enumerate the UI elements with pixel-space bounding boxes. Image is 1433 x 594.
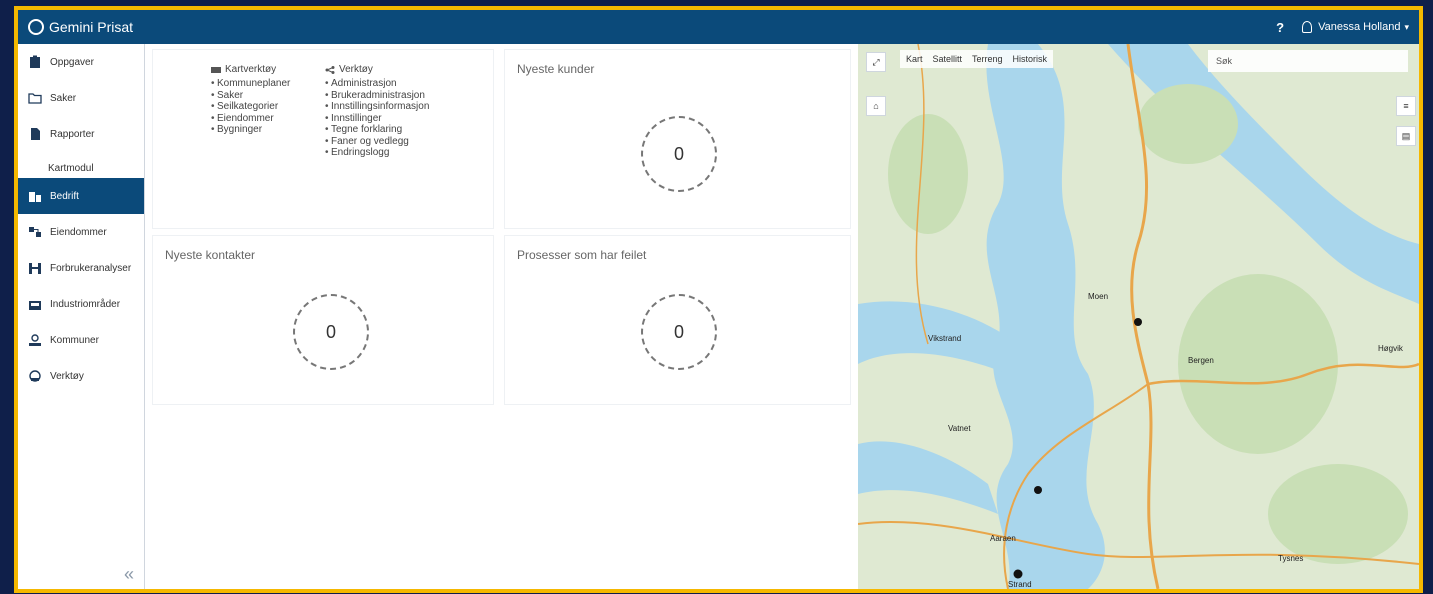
tools-icon bbox=[29, 370, 41, 382]
sidebar-item-label: Forbrukeranalyser bbox=[50, 262, 132, 274]
links-column-verktoy: Verktøy Administrasjon Brukeradministras… bbox=[325, 64, 429, 159]
sidebar-item-label: Oppgaver bbox=[50, 56, 94, 68]
map-place-label: Bergen bbox=[1188, 356, 1214, 365]
sidebar-item-rapporter[interactable]: Rapporter bbox=[18, 116, 144, 152]
count-ring[interactable]: 0 bbox=[641, 294, 717, 370]
dashboard: Kartverktøy Kommuneplaner Saker Seilkate… bbox=[145, 44, 858, 589]
sidebar-item-bedrift[interactable]: Bedrift bbox=[18, 178, 144, 214]
map-canvas[interactable] bbox=[858, 44, 1419, 589]
sidebar: Oppgaver Saker Rapporter Kartmodul Bedri… bbox=[18, 44, 145, 589]
link-item[interactable]: Faner og vedlegg bbox=[325, 136, 429, 148]
widget-title: Prosesser som har feilet bbox=[517, 248, 647, 262]
sidebar-item-saker[interactable]: Saker bbox=[18, 80, 144, 116]
links-panel: Kartverktøy Kommuneplaner Saker Seilkate… bbox=[153, 50, 493, 228]
share-icon bbox=[325, 65, 335, 74]
link-item[interactable]: Saker bbox=[211, 90, 290, 102]
sidebar-section-kartmodul: Kartmodul bbox=[48, 163, 94, 174]
map-view[interactable]: Kart Satellitt Terreng Historisk Søk ⤢ ⌂… bbox=[858, 44, 1419, 589]
sidebar-item-verktoy[interactable]: Verktøy bbox=[18, 358, 144, 394]
map-marker[interactable] bbox=[1134, 318, 1142, 326]
print-icon[interactable]: ▤ bbox=[1396, 126, 1416, 146]
widget-title: Nyeste kontakter bbox=[165, 248, 256, 262]
widget-prosesser-feilet: Prosesser som har feilet 0 bbox=[505, 236, 850, 404]
app-logo[interactable]: Gemini Prisat bbox=[28, 19, 133, 35]
sidebar-item-oppgaver[interactable]: Oppgaver bbox=[18, 44, 144, 80]
sidebar-item-label: Eiendommer bbox=[50, 226, 107, 238]
sidebar-item-label: Industriområder bbox=[50, 298, 121, 310]
widget-nyeste-kontakter: Nyeste kontakter 0 bbox=[153, 236, 493, 404]
links-column-title: Kartverktøy bbox=[225, 64, 277, 75]
map-place-label: Aaraen bbox=[990, 534, 1016, 543]
map-type-tabs: Kart Satellitt Terreng Historisk bbox=[900, 50, 1054, 68]
map-place-label: Vatnet bbox=[948, 424, 971, 433]
links-column-title: Verktøy bbox=[339, 64, 373, 75]
map-marker[interactable] bbox=[1013, 569, 1023, 579]
link-item[interactable]: Tegne forklaring bbox=[325, 124, 429, 136]
sidebar-item-label: Bedrift bbox=[50, 190, 79, 202]
map-place-label: Vikstrand bbox=[928, 334, 962, 343]
chevron-down-icon: ▾ bbox=[1404, 21, 1409, 32]
links-column-kartverktoy: Kartverktøy Kommuneplaner Saker Seilkate… bbox=[211, 64, 290, 136]
widget-title: Nyeste kunder bbox=[517, 62, 595, 76]
map-search-input[interactable]: Søk bbox=[1208, 50, 1408, 72]
link-item[interactable]: Bygninger bbox=[211, 124, 290, 136]
property-icon bbox=[29, 227, 41, 237]
logo-icon bbox=[28, 19, 44, 35]
user-icon bbox=[1302, 21, 1313, 33]
sidebar-item-eiendommer[interactable]: Eiendommer bbox=[18, 214, 144, 250]
count-ring[interactable]: 0 bbox=[641, 116, 717, 192]
link-item[interactable]: Innstillingsinformasjon bbox=[325, 101, 429, 113]
map-place-label: Tysnes bbox=[1278, 554, 1304, 563]
collapse-sidebar-button[interactable]: « bbox=[124, 564, 134, 585]
count-ring[interactable]: 0 bbox=[293, 294, 369, 370]
sidebar-item-label: Saker bbox=[50, 92, 77, 104]
building-icon bbox=[29, 192, 41, 202]
widget-nyeste-kunder: Nyeste kunder 0 bbox=[505, 50, 850, 228]
app-title: Gemini Prisat bbox=[49, 19, 134, 35]
sidebar-item-forbrukeranalyser[interactable]: Forbrukeranalyser bbox=[18, 250, 144, 286]
map-marker[interactable] bbox=[1034, 486, 1042, 494]
map-icon bbox=[211, 66, 221, 73]
sidebar-item-label: Kommuner bbox=[50, 334, 99, 346]
map-tab[interactable]: Historisk bbox=[1013, 54, 1048, 64]
link-item[interactable]: Administrasjon bbox=[325, 78, 429, 90]
app-frame: Gemini Prisat ? Vanessa Holland ▾ Oppgav… bbox=[14, 6, 1423, 593]
help-button[interactable]: ? bbox=[1276, 20, 1284, 35]
folder-icon bbox=[28, 93, 42, 104]
link-item[interactable]: Endringslogg bbox=[325, 147, 429, 159]
link-item[interactable]: Brukeradministrasjon bbox=[325, 90, 429, 102]
sidebar-item-label: Verktøy bbox=[50, 370, 84, 382]
map-place-label: Moen bbox=[1088, 292, 1109, 301]
layers-icon[interactable]: ≡ bbox=[1396, 96, 1416, 116]
top-right-controls: ? Vanessa Holland ▾ bbox=[1276, 10, 1409, 44]
factory-icon bbox=[29, 301, 41, 310]
document-icon bbox=[31, 128, 40, 140]
sidebar-item-industriomrader[interactable]: Industriområder bbox=[18, 286, 144, 322]
map-place-label: Strand bbox=[1008, 580, 1032, 589]
map-place-label: Høgvik bbox=[1378, 344, 1403, 353]
user-menu[interactable]: Vanessa Holland bbox=[1318, 21, 1400, 33]
map-tab[interactable]: Satellitt bbox=[933, 54, 963, 64]
expand-icon[interactable]: ⤢ bbox=[866, 52, 886, 72]
municipality-icon bbox=[29, 334, 41, 346]
map-tab[interactable]: Terreng bbox=[972, 54, 1003, 64]
sidebar-item-kommuner[interactable]: Kommuner bbox=[18, 322, 144, 358]
chart-icon bbox=[29, 263, 41, 274]
home-icon[interactable]: ⌂ bbox=[866, 96, 886, 116]
link-item[interactable]: Seilkategorier bbox=[211, 101, 290, 113]
top-bar: Gemini Prisat ? Vanessa Holland ▾ bbox=[18, 10, 1419, 44]
link-item[interactable]: Kommuneplaner bbox=[211, 78, 290, 90]
sidebar-item-label: Rapporter bbox=[50, 128, 95, 140]
map-tab[interactable]: Kart bbox=[906, 54, 923, 64]
link-item[interactable]: Innstillinger bbox=[325, 113, 429, 125]
clipboard-icon bbox=[30, 55, 40, 68]
link-item[interactable]: Eiendommer bbox=[211, 113, 290, 125]
